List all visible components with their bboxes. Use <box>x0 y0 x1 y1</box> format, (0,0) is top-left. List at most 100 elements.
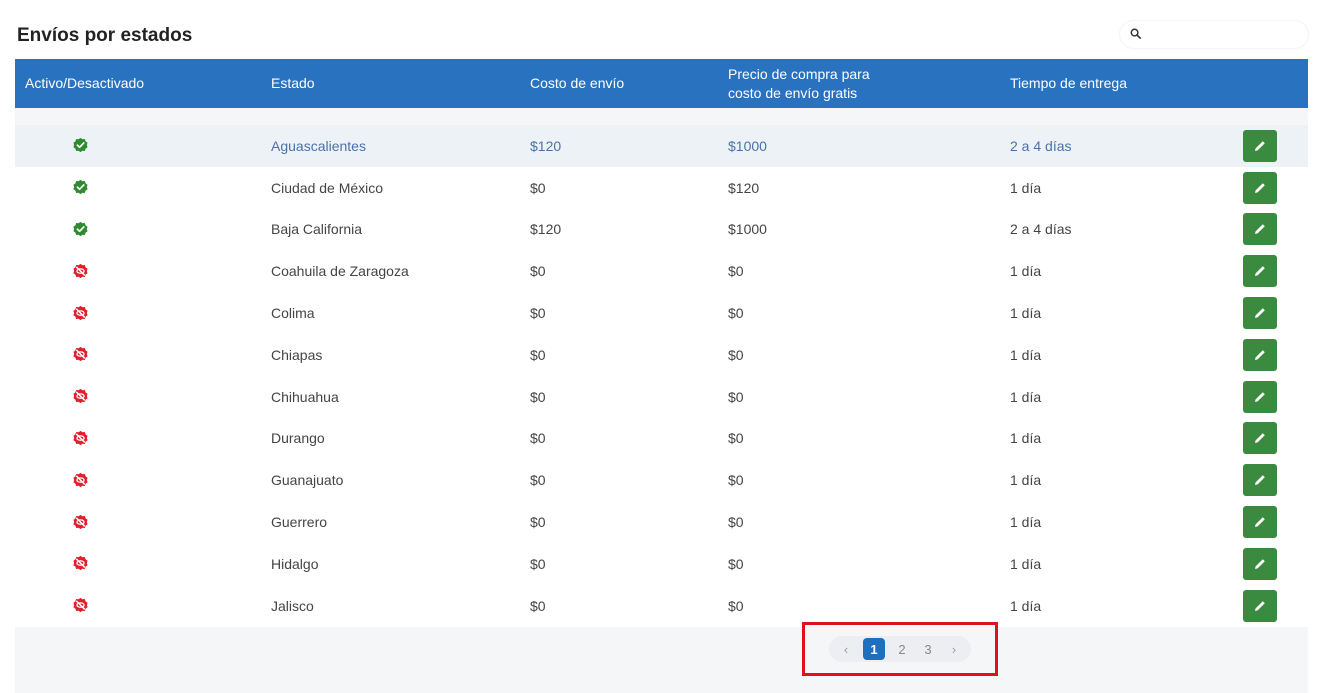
pagination-next-button[interactable]: › <box>941 636 967 662</box>
precio-cell: $0 <box>728 514 744 531</box>
costo-cell: $0 <box>530 346 546 363</box>
edit-button[interactable] <box>1243 338 1277 371</box>
costo-cell: $0 <box>530 430 546 447</box>
pencil-icon <box>1253 515 1267 529</box>
edit-cell <box>1243 501 1277 543</box>
status-cell <box>70 125 90 167</box>
precio-cell: $1000 <box>728 221 767 238</box>
costo-cell: $0 <box>530 514 546 531</box>
pencil-icon <box>1253 306 1267 320</box>
edit-cell <box>1243 167 1277 209</box>
edit-button[interactable] <box>1243 255 1277 288</box>
estado-cell: Guanajuato <box>271 472 344 489</box>
edit-cell <box>1243 125 1277 167</box>
column-header-costo[interactable]: Costo de envío <box>530 59 624 108</box>
pagination-page-3[interactable]: 3 <box>915 636 941 662</box>
column-header-estado[interactable]: Estado <box>271 59 315 108</box>
table-row[interactable]: Coahuila de Zaragoza $0 $0 1 día <box>15 250 1308 293</box>
table-body: Aguascalientes $120 $1000 2 a 4 días Ciudad … <box>15 125 1308 627</box>
search-icon <box>1130 26 1141 44</box>
no-eye-icon <box>72 597 89 614</box>
precio-cell: $0 <box>728 388 744 405</box>
precio-cell: $0 <box>728 346 744 363</box>
precio-cell: $0 <box>728 263 744 280</box>
no-eye-icon <box>72 555 89 572</box>
costo-cell: $0 <box>530 472 546 489</box>
tiempo-cell: 1 día <box>1010 555 1042 572</box>
estado-cell: Aguascalientes <box>271 137 366 154</box>
tiempo-cell: 1 día <box>1010 472 1042 489</box>
edit-button[interactable] <box>1243 129 1277 162</box>
table-row[interactable]: Guerrero $0 $0 1 día <box>15 501 1308 543</box>
costo-cell: $0 <box>530 388 546 405</box>
costo-cell: $120 <box>530 137 562 154</box>
edit-button[interactable] <box>1243 589 1277 622</box>
check-badge-icon <box>72 137 89 154</box>
edit-button[interactable] <box>1243 464 1277 497</box>
costo-cell: $0 <box>530 179 546 196</box>
status-cell <box>70 585 90 627</box>
pencil-icon <box>1253 473 1267 487</box>
tiempo-cell: 1 día <box>1010 388 1042 405</box>
pencil-icon <box>1253 557 1267 571</box>
estado-cell: Coahuila de Zaragoza <box>271 263 409 280</box>
table-row[interactable]: Aguascalientes $120 $1000 2 a 4 días <box>15 125 1308 167</box>
no-eye-icon <box>72 305 89 322</box>
column-header-tiempo[interactable]: Tiempo de entrega <box>1010 59 1127 108</box>
estado-cell: Jalisco <box>271 597 314 614</box>
edit-cell <box>1243 250 1277 292</box>
page-title: Envíos por estados <box>17 25 193 46</box>
column-header-activo[interactable]: Activo/Desactivado <box>25 59 144 108</box>
search-input[interactable] <box>1147 27 1297 42</box>
column-header-precio-line1: Precio de compra para <box>728 65 870 82</box>
pagination-prev-button[interactable]: ‹ <box>833 636 859 662</box>
table-row[interactable]: Chihuahua $0 $0 1 día <box>15 375 1308 418</box>
check-badge-icon <box>72 179 89 196</box>
tiempo-cell: 1 día <box>1010 346 1042 363</box>
no-eye-icon <box>72 263 89 280</box>
search-box[interactable] <box>1120 21 1308 48</box>
tiempo-cell: 1 día <box>1010 305 1042 322</box>
costo-cell: $0 <box>530 263 546 280</box>
table-row[interactable]: Hidalgo $0 $0 1 día <box>15 542 1308 585</box>
table-row[interactable]: Durango $0 $0 1 día <box>15 417 1308 460</box>
costo-cell: $0 <box>530 555 546 572</box>
status-cell <box>70 292 90 334</box>
column-header-precio[interactable]: Precio de compra para costo de envío gra… <box>728 59 898 108</box>
check-badge-icon <box>72 221 89 238</box>
tiempo-cell: 1 día <box>1010 597 1042 614</box>
pencil-icon <box>1253 139 1267 153</box>
status-cell <box>70 501 90 543</box>
column-header-precio-line2: costo de envío gratis <box>728 84 858 101</box>
table-row[interactable]: Jalisco $0 $0 1 día <box>15 584 1308 627</box>
costo-cell: $0 <box>530 597 546 614</box>
precio-cell: $120 <box>728 179 760 196</box>
tiempo-cell: 1 día <box>1010 179 1042 196</box>
edit-button[interactable] <box>1243 547 1277 580</box>
edit-button[interactable] <box>1243 380 1277 413</box>
estado-cell: Ciudad de México <box>271 179 384 196</box>
edit-button[interactable] <box>1243 506 1277 539</box>
edit-cell <box>1243 585 1277 627</box>
edit-cell <box>1243 418 1277 460</box>
no-eye-icon <box>72 430 89 447</box>
table-row[interactable]: Guanajuato $0 $0 1 día <box>15 459 1308 502</box>
costo-cell: $120 <box>530 221 562 238</box>
pencil-icon <box>1253 348 1267 362</box>
edit-cell <box>1243 459 1277 501</box>
pagination-page-2[interactable]: 2 <box>889 636 915 662</box>
edit-cell <box>1243 292 1277 334</box>
pagination-page-1[interactable]: 1 <box>863 638 885 660</box>
table-row[interactable]: Colima $0 $0 1 día <box>15 292 1308 334</box>
table-row[interactable]: Baja California $120 $1000 2 a 4 días <box>15 208 1308 251</box>
edit-button[interactable] <box>1243 297 1277 330</box>
estado-cell: Guerrero <box>271 514 328 531</box>
edit-button[interactable] <box>1243 171 1277 204</box>
estado-cell: Hidalgo <box>271 555 319 572</box>
table-row[interactable]: Ciudad de México $0 $120 1 día <box>15 166 1308 209</box>
edit-button[interactable] <box>1243 422 1277 455</box>
precio-cell: $0 <box>728 430 744 447</box>
estado-cell: Chiapas <box>271 346 323 363</box>
edit-button[interactable] <box>1243 213 1277 246</box>
table-row[interactable]: Chiapas $0 $0 1 día <box>15 333 1308 376</box>
